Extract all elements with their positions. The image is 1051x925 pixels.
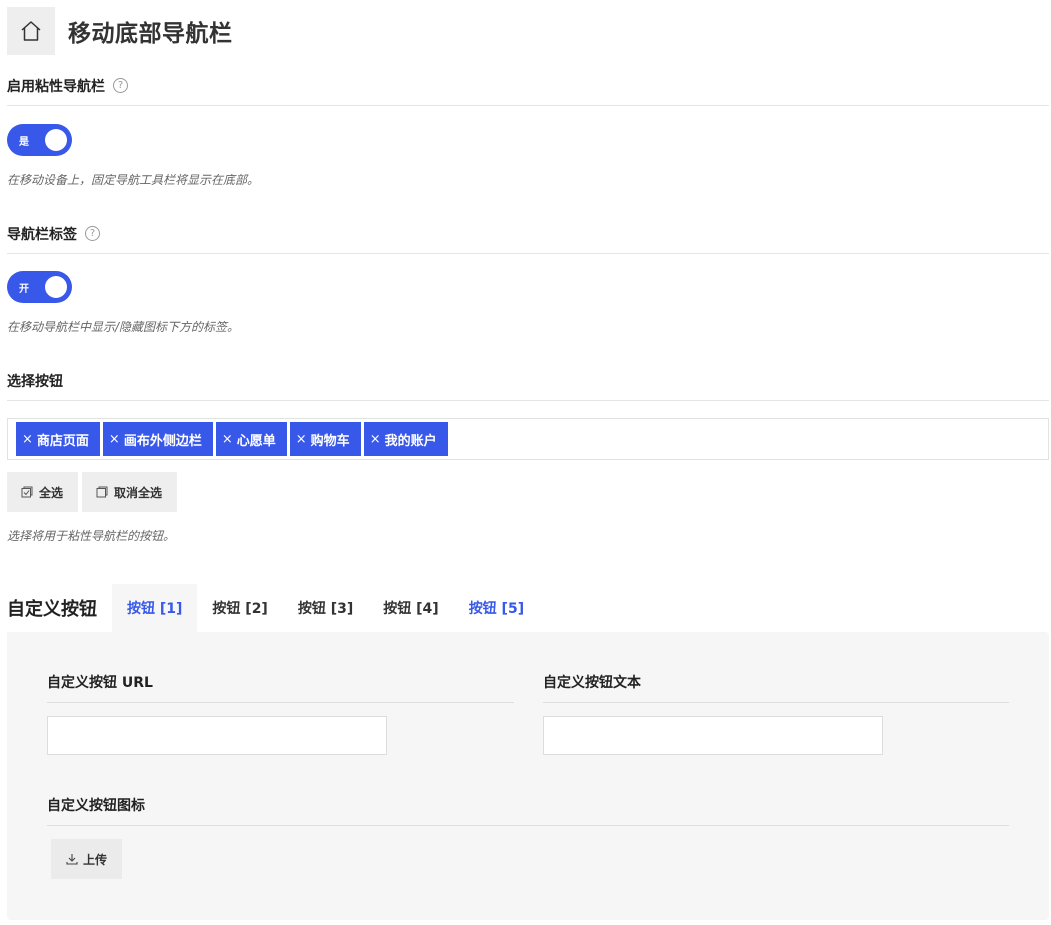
select-all-button[interactable]: 全选 [7, 472, 78, 512]
toggle-knob [45, 129, 67, 151]
select-all-label: 全选 [39, 485, 64, 500]
custom-button-panel: 自定义按钮 URL 自定义按钮文本 自定义按钮图标 上传 [7, 632, 1049, 920]
remove-icon[interactable]: × [109, 432, 120, 447]
sticky-nav-section: 启用粘性导航栏 ? [7, 76, 1049, 106]
copy-square-icon [96, 486, 108, 498]
tag-wishlist[interactable]: × 心愿单 [215, 422, 287, 456]
home-icon [21, 21, 41, 41]
download-icon [66, 854, 78, 865]
nav-labels-description: 在移动导航栏中显示/隐藏图标下方的标签。 [7, 320, 240, 334]
sticky-nav-toggle[interactable]: 是 [7, 124, 72, 156]
select-buttons-description: 选择将用于粘性导航栏的按钮。 [7, 529, 176, 543]
deselect-all-label: 取消全选 [114, 485, 163, 500]
check-square-icon [21, 486, 33, 498]
remove-icon[interactable]: × [370, 432, 381, 447]
upload-label: 上传 [82, 852, 107, 867]
tag-label: 我的账户 [384, 433, 437, 449]
tag-label: 心愿单 [236, 433, 276, 449]
tag-account[interactable]: × 我的账户 [363, 422, 448, 456]
toggle-label: 是 [19, 136, 29, 148]
custom-buttons-tabs: 自定义按钮 按钮 [1] 按钮 [2] 按钮 [3] 按钮 [4] 按钮 [5] [7, 584, 539, 632]
upload-button[interactable]: 上传 [51, 839, 122, 879]
page-header: 移动底部导航栏 [7, 7, 233, 55]
tag-cart[interactable]: × 购物车 [289, 422, 361, 456]
tab-button-1[interactable]: 按钮 [1] [112, 584, 198, 632]
tab-button-4[interactable]: 按钮 [4] [368, 584, 453, 632]
tag-offcanvas[interactable]: × 画布外侧边栏 [102, 422, 213, 456]
tag-label: 购物车 [310, 433, 350, 449]
select-buttons-title: 选择按钮 [7, 373, 63, 390]
tag-label: 画布外侧边栏 [123, 433, 202, 449]
sticky-nav-description: 在移动设备上，固定导航工具栏将显示在底部。 [7, 173, 260, 187]
toggle-knob [45, 276, 67, 298]
custom-text-input[interactable] [543, 716, 883, 755]
toggle-label: 开 [19, 283, 29, 295]
nav-labels-toggle[interactable]: 开 [7, 271, 72, 303]
select-buttons-section: 选择按钮 [7, 371, 1049, 401]
sticky-nav-title: 启用粘性导航栏 [7, 78, 105, 95]
button-tag-select[interactable]: × 商店页面 × 画布外侧边栏 × 心愿单 × 购物车 × 我的账户 [7, 418, 1049, 460]
nav-labels-title: 导航栏标签 [7, 226, 77, 243]
tab-button-3[interactable]: 按钮 [3] [283, 584, 368, 632]
custom-buttons-title: 自定义按钮 [7, 599, 97, 620]
custom-url-label: 自定义按钮 URL [47, 672, 514, 703]
tag-label: 商店页面 [36, 433, 89, 449]
custom-url-input[interactable] [47, 716, 387, 755]
home-button[interactable] [7, 7, 55, 55]
help-icon[interactable]: ? [85, 226, 100, 241]
tab-button-5[interactable]: 按钮 [5] [454, 584, 539, 632]
remove-icon[interactable]: × [222, 432, 233, 447]
tab-button-2[interactable]: 按钮 [2] [197, 584, 282, 632]
page-title: 移动底部导航栏 [68, 21, 233, 47]
nav-labels-section: 导航栏标签 ? [7, 224, 1049, 254]
help-icon[interactable]: ? [113, 78, 128, 93]
remove-icon[interactable]: × [22, 432, 33, 447]
custom-text-label: 自定义按钮文本 [543, 672, 1009, 703]
custom-icon-label: 自定义按钮图标 [47, 795, 1009, 826]
remove-icon[interactable]: × [296, 432, 307, 447]
deselect-all-button[interactable]: 取消全选 [82, 472, 177, 512]
tag-shop[interactable]: × 商店页面 [16, 422, 100, 456]
